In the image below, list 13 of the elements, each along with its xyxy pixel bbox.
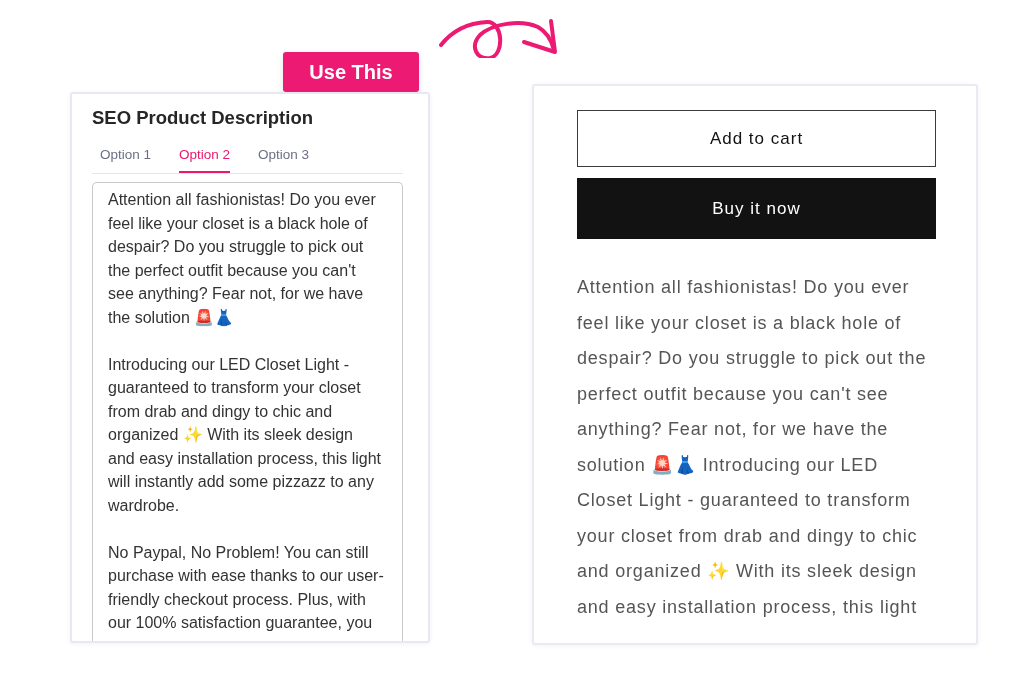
option-tab[interactable]: Option 3 — [258, 145, 310, 173]
description-text: Attention all fashionistas! Do you ever feel like your closet is a black hole of despair? Do you struggle to pick out the perfect outfit because you can't see anything? Fear not, for we have the solution 🚨👗 — [108, 190, 377, 328]
add-to-cart-button[interactable]: Add to cart — [577, 110, 936, 167]
use-this-button[interactable]: Use This — [283, 52, 419, 92]
option-tab[interactable]: Option 2 — [179, 145, 231, 173]
description-text: No Paypal, No Problem! You can still purchase with ease thanks to our user-friendly checkout process. Plus, with our 100% satisfaction guarantee, you — [108, 542, 384, 633]
curly-arrow-icon — [438, 18, 558, 58]
product-description: Attention all fashionistas! Do you ever feel like your closet is a black hole of despair? Do you struggle to pick out the perfect outfit because you can't see anything? Fear not, for we have the solution 🚨👗 Introducing our LED Closet Light - guaranteed to transform your closet from drab and dingy to chic and organized ✨ With its sleek design and easy installation process, this light — [577, 276, 928, 619]
option-tab[interactable]: Option 1 — [100, 145, 152, 173]
buy-now-button[interactable]: Buy it now — [577, 178, 936, 239]
description-text: Introducing our LED Closet Light - guaranteed to transform your closet from drab and dingy to chic and organized ✨ With its sleek design and easy installation process, this light will instantly add some pizzazz to any wardrobe. — [108, 354, 383, 516]
description-field[interactable] — [92, 182, 403, 641]
panel-title: SEO Product Description — [92, 106, 313, 130]
